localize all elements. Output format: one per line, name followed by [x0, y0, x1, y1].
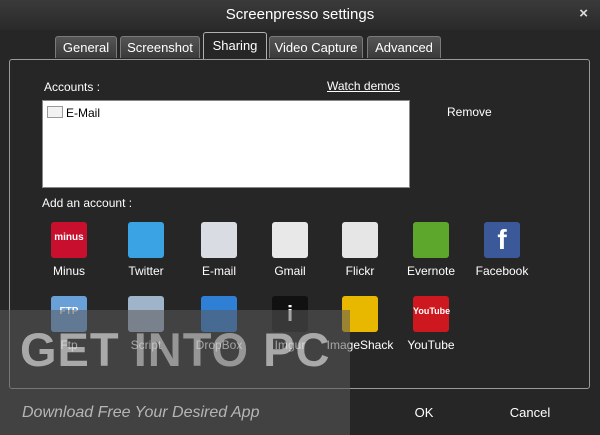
service-minus[interactable]: minus Minus: [29, 222, 109, 278]
remove-button[interactable]: Remove: [447, 105, 492, 119]
watch-demos-link[interactable]: Watch demos: [327, 79, 400, 93]
service-label: Twitter: [128, 264, 164, 278]
watermark-get: GET: [20, 323, 120, 376]
youtube-icon: YouTube: [413, 296, 451, 332]
close-icon[interactable]: ×: [579, 5, 588, 22]
watermark-logo: GET INTO PC: [20, 322, 330, 377]
twitter-bird-icon: [128, 222, 164, 258]
tab-general[interactable]: General: [55, 36, 117, 58]
icon-label: minus: [54, 232, 84, 243]
cancel-button[interactable]: Cancel: [500, 405, 560, 420]
accounts-list[interactable]: E-Mail: [42, 100, 410, 188]
ok-button[interactable]: OK: [404, 405, 444, 420]
service-label: Gmail: [274, 264, 306, 278]
service-facebook[interactable]: f Facebook: [462, 222, 542, 278]
service-label: YouTube: [407, 338, 455, 352]
icon-label: YouTube: [413, 306, 451, 316]
service-label: Facebook: [475, 264, 529, 278]
minus-icon: minus: [51, 222, 87, 258]
service-label: Flickr: [345, 264, 375, 278]
window-title: Screenpresso settings: [225, 6, 375, 23]
tab-screenshot[interactable]: Screenshot: [120, 36, 200, 58]
icon-label: f: [497, 224, 507, 255]
email-icon: [47, 106, 63, 118]
service-gmail[interactable]: Gmail: [250, 222, 330, 278]
envelope-icon: [201, 222, 237, 258]
service-label: Evernote: [406, 264, 456, 278]
service-flickr[interactable]: Flickr: [320, 222, 400, 278]
flickr-icon: [342, 222, 378, 258]
tab-advanced[interactable]: Advanced: [367, 36, 441, 58]
service-evernote[interactable]: Evernote: [391, 222, 471, 278]
accounts-label: Accounts :: [44, 80, 101, 94]
account-name: E-Mail: [66, 106, 101, 120]
add-account-label: Add an account :: [42, 196, 133, 210]
watermark-into: INTO: [133, 323, 250, 376]
service-label: E-mail: [201, 264, 236, 278]
evernote-icon: [413, 222, 449, 258]
settings-window: Screenpresso settings × General Screensh…: [0, 0, 600, 435]
facebook-icon: f: [484, 222, 520, 258]
watermark-tagline: Download Free Your Desired App: [22, 404, 260, 421]
gmail-icon: [272, 222, 308, 258]
tab-sharing[interactable]: Sharing: [203, 32, 267, 59]
service-youtube[interactable]: YouTube YouTube: [391, 296, 471, 352]
tab-video-capture[interactable]: Video Capture: [269, 36, 363, 58]
service-label: Minus: [52, 264, 85, 278]
service-twitter[interactable]: Twitter: [106, 222, 186, 278]
title-bar: Screenpresso settings ×: [0, 0, 600, 30]
watermark-pc: PC: [263, 323, 331, 376]
service-e-mail[interactable]: E-mail: [179, 222, 259, 278]
list-item[interactable]: E-Mail: [47, 106, 100, 120]
